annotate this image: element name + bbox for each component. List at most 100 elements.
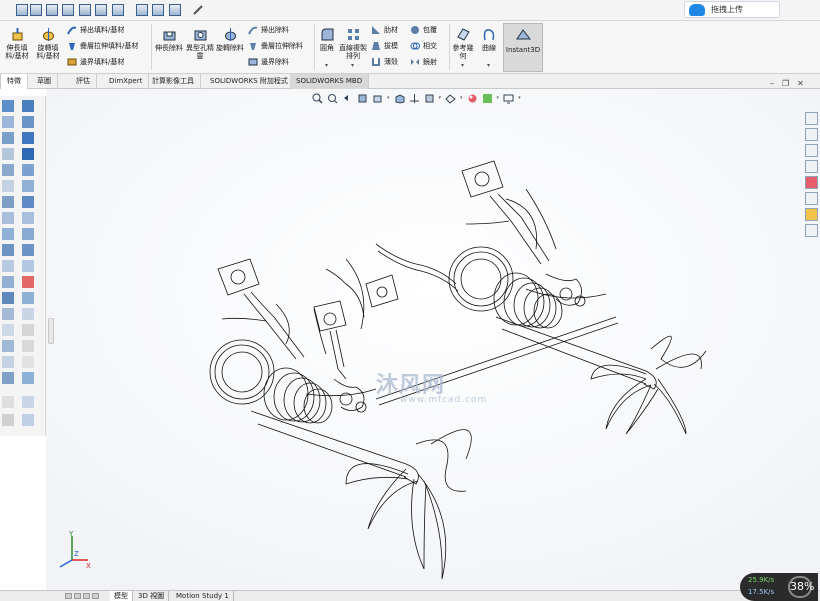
- apply-scene-icon[interactable]: [467, 93, 478, 104]
- point-icon[interactable]: [22, 212, 34, 224]
- fillet-button[interactable]: 圓角: [317, 27, 337, 52]
- extrude-icon[interactable]: [2, 132, 14, 144]
- home-icon[interactable]: [805, 112, 818, 125]
- sheet-metal-icon[interactable]: [2, 414, 14, 426]
- rib-tool-icon[interactable]: [2, 180, 14, 192]
- view-orientation-dropdown[interactable]: ▾: [387, 95, 390, 101]
- tab-3d-views[interactable]: 3D 視圖: [134, 591, 170, 601]
- custom-properties-icon[interactable]: [805, 192, 818, 205]
- display-style-icon[interactable]: [409, 93, 420, 104]
- measure-icon[interactable]: [192, 4, 204, 16]
- reference-geometry-dropdown[interactable]: ▾: [461, 62, 464, 69]
- resources-icon[interactable]: [805, 128, 818, 141]
- tab-render-tools[interactable]: 計算影像工具: [146, 74, 201, 89]
- pattern-tool-icon[interactable]: [2, 228, 14, 240]
- curves-dropdown[interactable]: ▾: [487, 62, 490, 69]
- reference-geometry-button[interactable]: 參考幾何: [452, 27, 474, 60]
- centerline-icon[interactable]: [22, 324, 34, 336]
- move-body-icon[interactable]: [2, 372, 14, 384]
- relations-icon[interactable]: [22, 276, 34, 288]
- tab-features[interactable]: 特徵: [0, 74, 28, 89]
- edit-appearance-dropdown[interactable]: ▾: [460, 95, 463, 101]
- 3d-sketch-icon[interactable]: [22, 414, 34, 426]
- loft-cut-button[interactable]: 疊層拉伸除料: [248, 41, 303, 51]
- last-tab-arrow-icon[interactable]: [92, 593, 99, 599]
- convert-entities-icon[interactable]: [22, 308, 34, 320]
- dynamic-annotation-icon[interactable]: [372, 93, 383, 104]
- circle-icon[interactable]: [22, 116, 34, 128]
- swept-cut-button[interactable]: 掃出除料: [248, 25, 289, 35]
- extrude-cut-button[interactable]: 伸長除料: [155, 27, 183, 52]
- tab-sketch[interactable]: 草圖: [31, 74, 58, 89]
- scale-icon[interactable]: [2, 292, 14, 304]
- shell-tool-icon[interactable]: [2, 164, 14, 176]
- intersect-tool-icon[interactable]: [2, 340, 14, 352]
- draft-tool-icon[interactable]: [2, 260, 14, 272]
- first-tab-arrow-icon[interactable]: [65, 593, 72, 599]
- split-icon[interactable]: [2, 308, 14, 320]
- edit-appearance-icon[interactable]: [445, 93, 456, 104]
- solidworks-forum-icon[interactable]: [805, 208, 818, 221]
- design-library-icon[interactable]: [805, 144, 818, 157]
- ellipse-icon[interactable]: [22, 196, 34, 208]
- revolve-cut-button[interactable]: 旋轉除料: [216, 27, 244, 52]
- tab-mbd[interactable]: SOLIDWORKS MBD: [290, 74, 370, 89]
- graphics-area[interactable]: 沐风网 www.mfcad.com: [46, 89, 820, 590]
- tab-dimxpert[interactable]: DimXpert: [103, 74, 150, 89]
- next-tab-arrow-icon[interactable]: [83, 593, 90, 599]
- file-properties-icon[interactable]: [152, 4, 164, 16]
- text-icon[interactable]: [22, 372, 34, 384]
- revolve-icon[interactable]: [2, 148, 14, 160]
- tab-evaluate[interactable]: 評估: [70, 74, 97, 89]
- undo-icon[interactable]: [79, 4, 91, 16]
- tab-motion-study[interactable]: Motion Study 1: [172, 591, 234, 601]
- hide-show-items-icon[interactable]: [424, 93, 435, 104]
- rib-button[interactable]: 肋材: [371, 25, 398, 35]
- boundary-boss-button[interactable]: 邊界填料/基材: [67, 57, 124, 67]
- shell-button[interactable]: 薄殼: [371, 57, 398, 67]
- polygon-icon[interactable]: [22, 180, 34, 192]
- previous-view-icon[interactable]: [342, 93, 353, 104]
- rebuild-icon[interactable]: [136, 4, 148, 16]
- curve-icon[interactable]: [22, 396, 34, 408]
- section-view-icon[interactable]: [357, 93, 368, 104]
- wrap-button[interactable]: 包覆: [410, 25, 437, 35]
- swept-boss-button[interactable]: 掃出填料/基材: [67, 25, 124, 35]
- trim-icon[interactable]: [22, 228, 34, 240]
- loft-boss-button[interactable]: 疊層拉伸填料/基材: [67, 41, 138, 51]
- offset-icon[interactable]: [22, 260, 34, 272]
- mirror-button[interactable]: 鏡射: [410, 57, 437, 67]
- combine-icon[interactable]: [2, 324, 14, 336]
- construction-icon[interactable]: [22, 340, 34, 352]
- file-explorer-icon[interactable]: [805, 160, 818, 173]
- mirror-tool-icon[interactable]: [2, 244, 14, 256]
- linear-pattern-button[interactable]: 直線複製排列: [339, 27, 367, 60]
- zoom-to-area-icon[interactable]: [327, 93, 338, 104]
- open-icon[interactable]: [30, 4, 42, 16]
- extrude-boss-button[interactable]: 伸長填料/基材: [3, 27, 31, 60]
- view-settings-dropdown[interactable]: ▾: [497, 95, 500, 101]
- restore-icon[interactable]: ❐: [782, 79, 789, 88]
- tab-addins[interactable]: SOLIDWORKS 附加程式: [204, 74, 295, 89]
- fillet-sketch-icon[interactable]: [22, 356, 34, 368]
- monitor-icon[interactable]: [503, 93, 514, 104]
- extend-icon[interactable]: [22, 244, 34, 256]
- intersect-button[interactable]: 相交: [410, 41, 437, 51]
- chamfer-icon[interactable]: [2, 212, 14, 224]
- monitor-dropdown[interactable]: ▾: [518, 95, 521, 101]
- view-settings-icon[interactable]: [482, 93, 493, 104]
- close-icon[interactable]: ✕: [797, 79, 804, 88]
- print-icon[interactable]: [62, 4, 74, 16]
- revolve-boss-button[interactable]: 旋轉填料/基材: [33, 27, 63, 60]
- save-icon[interactable]: [46, 4, 58, 16]
- instant3d-button[interactable]: Instant3D: [503, 23, 543, 72]
- toolbar-collapse-handle[interactable]: [48, 318, 54, 344]
- spline-icon[interactable]: [22, 148, 34, 160]
- dome-icon[interactable]: [2, 276, 14, 288]
- hole-wizard-button[interactable]: 異型孔精靈: [186, 27, 214, 60]
- redo-icon[interactable]: [95, 4, 107, 16]
- sketch-icon[interactable]: [2, 116, 14, 128]
- options-icon[interactable]: [169, 4, 181, 16]
- arc-icon[interactable]: [22, 132, 34, 144]
- prev-tab-arrow-icon[interactable]: [74, 593, 81, 599]
